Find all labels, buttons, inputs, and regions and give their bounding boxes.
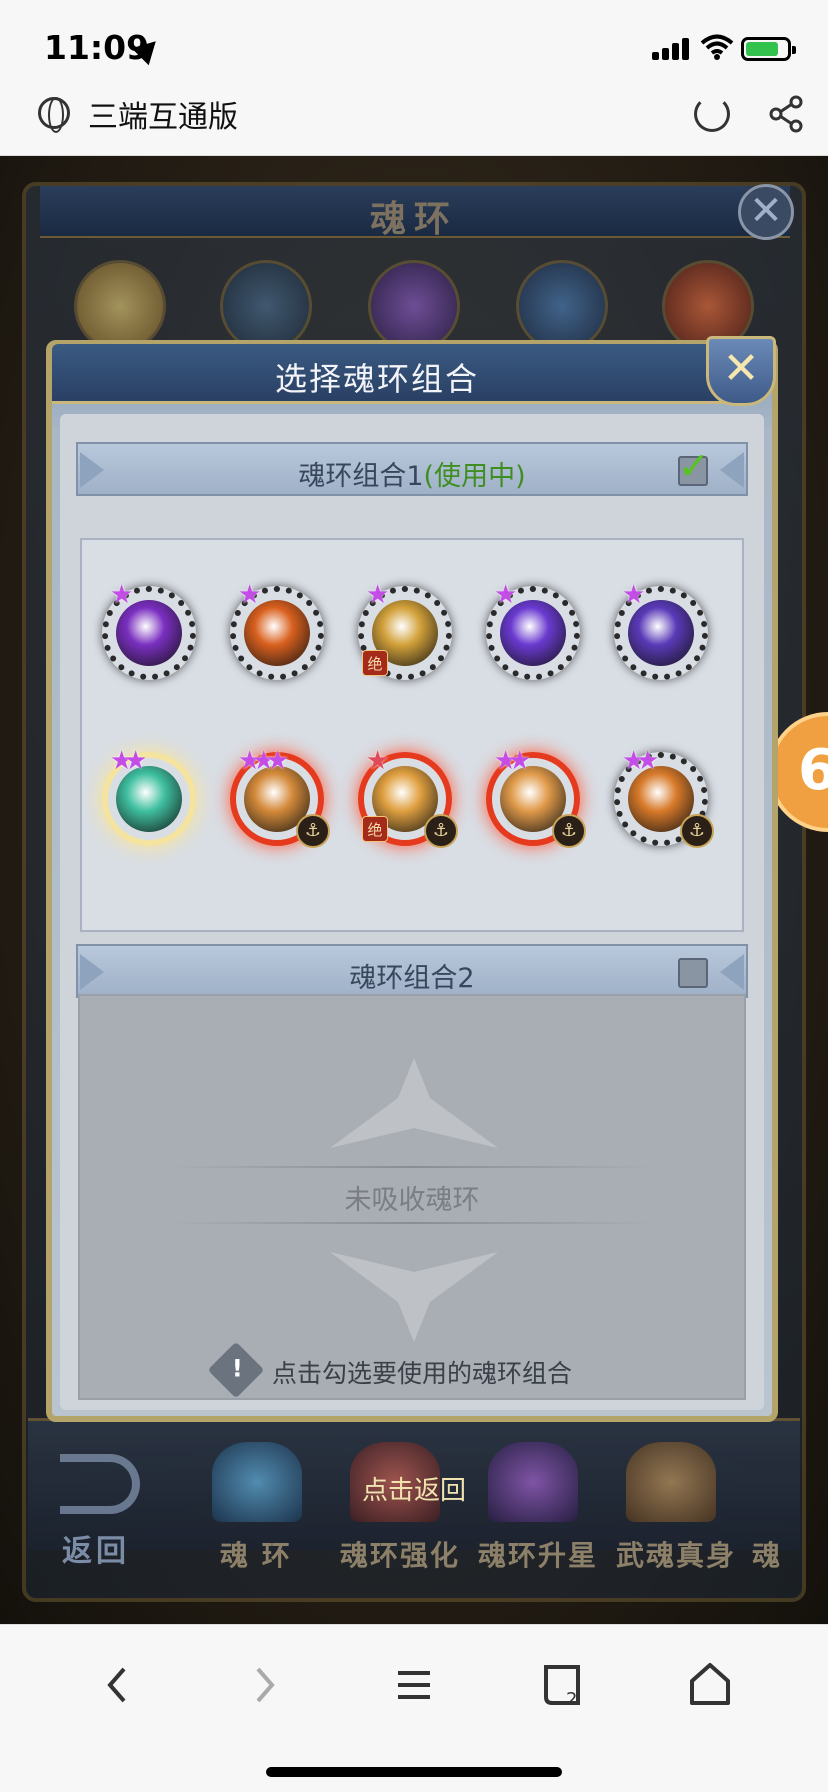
share-icon[interactable] [766,94,806,134]
star-icon: ★ [494,580,518,610]
tab-martial-soul[interactable]: 武魂真身 [616,1534,736,1574]
close-icon: ✕ [722,343,760,394]
background-ring-slot [516,260,608,352]
star-icon: ★ [238,580,262,610]
star-icon: ★ [266,746,290,776]
soul-ring-slot[interactable]: ★ 绝 [358,580,452,680]
forward-chevron-icon[interactable] [234,1655,294,1715]
dialog-title: 选择魂环组合 [274,360,479,398]
divider [168,1166,656,1168]
ornament-icon [330,1058,498,1148]
reload-icon[interactable] [694,96,730,132]
star-icon: ★ [366,746,390,776]
combo-1-status: (使用中) [423,461,526,492]
anchor-icon: ⚓ [552,814,586,848]
tab-ring-upgrade[interactable]: 魂环强化 [340,1534,460,1574]
warning-icon: ! [207,1341,265,1399]
dialog-header: 选择魂环组合 [52,344,742,404]
tap-return-hint[interactable]: 点击返回 [0,1470,828,1507]
dialog-close-button[interactable]: ✕ [706,336,776,406]
jue-badge: 绝 [362,816,388,842]
soul-ring-slot[interactable]: ★ ★ [102,746,196,846]
home-icon[interactable] [680,1655,740,1715]
side-badge-number: 6 [798,738,828,803]
background-ring-slot [74,260,166,352]
ornament-icon [330,1252,498,1342]
soul-ring-slot[interactable]: ★ ★ ⚓ [614,746,714,848]
combo-1-ring-panel: ★ ★ ★ 绝 ★ ★ ★ ★ ★ ★ ★ ⚓ ★ 绝 ⚓ ★ ★ ⚓ ★ ★ ⚓ [80,538,744,932]
star-icon: ★ [508,746,532,776]
wifi-icon [700,34,734,60]
soul-ring-slot[interactable]: ★ [102,580,196,680]
browser-toolbar: 2 [0,1624,828,1792]
anchor-icon: ⚓ [680,814,714,848]
cellular-signal-icon [652,38,692,60]
soul-ring-slot[interactable]: ★ [614,580,708,680]
dialog-body: 魂环组合1(使用中) ✓ ★ ★ ★ 绝 ★ ★ ★ ★ ★ ★ ★ ⚓ ★ 绝 ⚓ ★ ★ ⚓ ★ ★ ⚓ 魂环组合2… [60,414,764,1410]
tab-more[interactable]: 魂 [752,1534,782,1574]
combo-2-checkbox[interactable] [678,958,708,988]
select-ring-combo-dialog: 选择魂环组合 ✕ 魂环组合1(使用中) ✓ ★ ★ ★ 绝 ★ ★ ★ ★ ★ ★ ★ ⚓ ★ 绝 ⚓ ★ ★ ⚓… [46,336,778,1422]
star-icon: ★ [636,746,660,776]
background-title: 魂环 [369,199,458,240]
combo-1-label: 魂环组合1(使用中) [298,461,526,492]
hint-row: ! 点击勾选要使用的魂环组合 [60,1341,764,1399]
status-bar: 11:09 [0,0,828,82]
tabs-icon[interactable]: 2 [532,1655,592,1715]
star-icon: ★ [110,580,134,610]
star-icon: ★ [124,746,148,776]
globe-icon [38,97,70,133]
soul-ring-slot[interactable]: ★ [486,580,580,680]
menu-icon[interactable] [384,1655,444,1715]
combo-2-label: 魂环组合2 [349,963,475,994]
background-close-button[interactable]: ✕ [738,184,794,240]
jue-badge: 绝 [362,650,388,676]
star-icon: ★ [366,580,390,610]
hint-text: 点击勾选要使用的魂环组合 [272,1359,573,1388]
combo-2-header[interactable]: 魂环组合2 [76,944,748,998]
background-ring-slot [220,260,312,352]
star-icon: ★ [622,580,646,610]
soul-ring-slot[interactable]: ★ [230,580,324,680]
svg-text:2: 2 [566,1689,577,1710]
soul-ring-slot[interactable]: ★ ★ ⚓ [486,746,586,848]
anchor-icon: ⚓ [424,814,458,848]
anchor-icon: ⚓ [296,814,330,848]
back-chevron-icon[interactable] [88,1655,148,1715]
divider [168,1222,656,1224]
site-title[interactable]: 三端互通版 [88,92,238,136]
tab-soul-ring[interactable]: 魂 环 [220,1534,292,1574]
battery-icon [741,37,796,61]
soul-ring-slot[interactable]: ★ ★ ★ ⚓ [230,746,330,848]
soul-ring-slot[interactable]: ★ 绝 ⚓ [358,746,458,848]
background-ring-slot [368,260,460,352]
combo-1-header[interactable]: 魂环组合1(使用中) ✓ [76,442,748,496]
browser-url-bar: 三端互通版 [0,82,828,156]
tab-ring-star[interactable]: 魂环升星 [478,1534,598,1574]
home-indicator [266,1767,562,1777]
combo-2-empty-panel: 未吸收魂环 [78,994,746,1400]
empty-state-text: 未吸收魂环 [344,1185,480,1216]
checkmark-icon: ✓ [678,444,710,488]
background-back-button[interactable]: 返回 [62,1526,130,1570]
combo-1-checkbox[interactable]: ✓ [678,444,710,488]
